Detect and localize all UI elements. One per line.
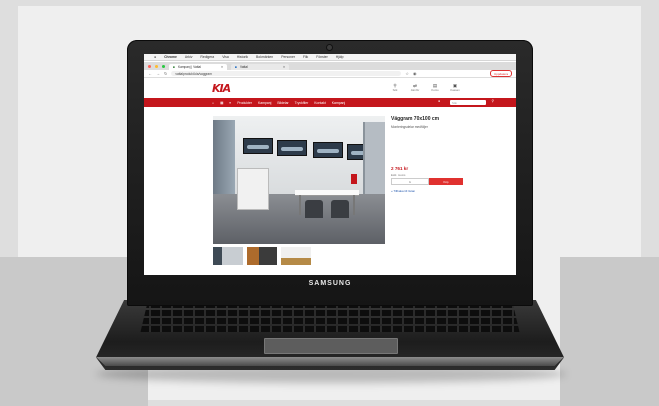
nav-item-printfiles[interactable]: Tryckfiler (295, 101, 309, 105)
menu-item-window[interactable]: Fönster (316, 55, 328, 59)
thumbnail[interactable] (247, 247, 277, 265)
thumbnail[interactable] (281, 247, 311, 265)
menu-item-history[interactable]: Historik (237, 55, 248, 59)
product-subtitle: Monteringsdelar medföljer (391, 125, 428, 129)
util-label: Kassan (450, 88, 460, 92)
nav-item-parts[interactable]: Bildelar (277, 101, 288, 105)
product-title: Väggram 70x100 cm (391, 116, 440, 122)
reload-icon[interactable]: ↻ (164, 71, 167, 76)
tab-close-icon[interactable]: × (221, 65, 223, 69)
vat-note: Exkl. moms (391, 173, 406, 177)
update-button[interactable]: Uppdatera (489, 70, 512, 77)
buy-button[interactable]: Köp (429, 178, 463, 185)
webcam-icon (327, 45, 332, 50)
tab-favicon-icon: ■ (235, 65, 237, 69)
update-label: Uppdatera (493, 71, 508, 76)
product-price: 2 761 kr (391, 166, 409, 171)
apple-icon[interactable]: ● (154, 55, 156, 59)
window-close-icon[interactable] (148, 64, 151, 68)
product-info: Väggram 70x100 cm Monteringsdelar medföl… (391, 116, 481, 193)
thumbnail-strip (213, 247, 311, 265)
grid-icon[interactable]: ▦ (220, 101, 223, 105)
forward-icon[interactable]: → (156, 71, 160, 76)
menu-item-bookmarks[interactable]: Bokmärken (256, 55, 273, 59)
quantity-field[interactable]: 1 (391, 178, 429, 185)
tab-close-icon[interactable]: × (283, 65, 285, 69)
util-account[interactable]: ▤ Konto (427, 83, 443, 92)
star-icon[interactable]: ☆ (405, 71, 409, 76)
address-bar[interactable]: vattalprodukt.kia/vaggram (171, 71, 402, 76)
nav-item-products[interactable]: Produkter (237, 101, 252, 105)
thumbnail[interactable] (213, 247, 243, 265)
address-text: vattalprodukt.kia/vaggram (175, 71, 212, 76)
account-icon[interactable]: ● (438, 99, 440, 103)
kia-logo[interactable]: KIA (212, 82, 231, 95)
menu-item-people[interactable]: Personer (281, 55, 295, 59)
tab-label: Vattal (239, 65, 248, 69)
tab-favicon-icon: ■ (173, 65, 175, 69)
tab-label: Kampanj | Vattal (177, 65, 202, 69)
util-label: Konto (431, 88, 439, 92)
menu-item-help[interactable]: Hjälp (336, 55, 344, 59)
util-label: Jämför (410, 88, 420, 92)
quantity-value: 1 (409, 179, 411, 184)
floor-band-right (560, 257, 659, 406)
home-icon[interactable]: ⌂ (212, 101, 214, 105)
site-search-input[interactable]: Sök (450, 100, 486, 105)
site-header: KIA ⚲ Sök ⇄ Jämför ▤ Konto ▣ Kassan (144, 79, 516, 97)
laptop-front-edge (96, 357, 564, 366)
os-menu-bar: ● Chrome Arkiv Redigera Visa Historik Bo… (144, 54, 516, 61)
util-search[interactable]: ⚲ Sök (387, 83, 403, 92)
menu-icon[interactable]: ≡ (229, 101, 231, 105)
search-submit-icon[interactable]: ⚲ (492, 99, 494, 103)
window-minimize-icon[interactable] (155, 64, 158, 68)
nav-item-campaign-2[interactable]: Kampanj (332, 101, 345, 105)
laptop-keyboard (140, 302, 520, 334)
main-nav: ⌂ ▦ ≡ Produkter Kampanj Bildelar Tryckfi… (144, 98, 516, 107)
nav-item-contact[interactable]: Kontakt (314, 101, 326, 105)
laptop-lid: SAMSUNG ● Chrome Arkiv Redigera Visa His… (127, 40, 533, 306)
search-placeholder: Sök (452, 100, 457, 105)
util-label: Sök (392, 88, 398, 92)
profile-icon[interactable]: ◉ (413, 71, 417, 76)
buy-label: Köp (443, 179, 449, 184)
menu-item-file[interactable]: Arkiv (185, 55, 193, 59)
browser-tab-bar: ■ Kampanj | Vattal × ■ Vattal × (144, 62, 516, 70)
menu-item-app[interactable]: Chrome (164, 55, 177, 59)
back-icon[interactable]: ← (148, 71, 152, 76)
back-link[interactable]: « Tillbaka till listan (391, 189, 415, 193)
window-zoom-icon[interactable] (162, 64, 165, 68)
laptop-screen: ● Chrome Arkiv Redigera Visa Historik Bo… (144, 54, 516, 275)
menu-item-view[interactable]: Visa (222, 55, 229, 59)
product-main-image[interactable] (213, 116, 385, 244)
browser-toolbar: ← → ↻ vattalprodukt.kia/vaggram ☆ ◉ Uppd… (144, 70, 516, 78)
laptop-brand: SAMSUNG (308, 280, 352, 287)
util-cart[interactable]: ▣ Kassan (447, 83, 463, 92)
product-scene: SAMSUNG ● Chrome Arkiv Redigera Visa His… (0, 0, 659, 406)
laptop-touchpad[interactable] (264, 338, 398, 354)
util-compare[interactable]: ⇄ Jämför (407, 83, 423, 92)
menu-item-tab[interactable]: Flik (303, 55, 308, 59)
nav-item-campaign[interactable]: Kampanj (258, 101, 271, 105)
menu-item-edit[interactable]: Redigera (200, 55, 214, 59)
